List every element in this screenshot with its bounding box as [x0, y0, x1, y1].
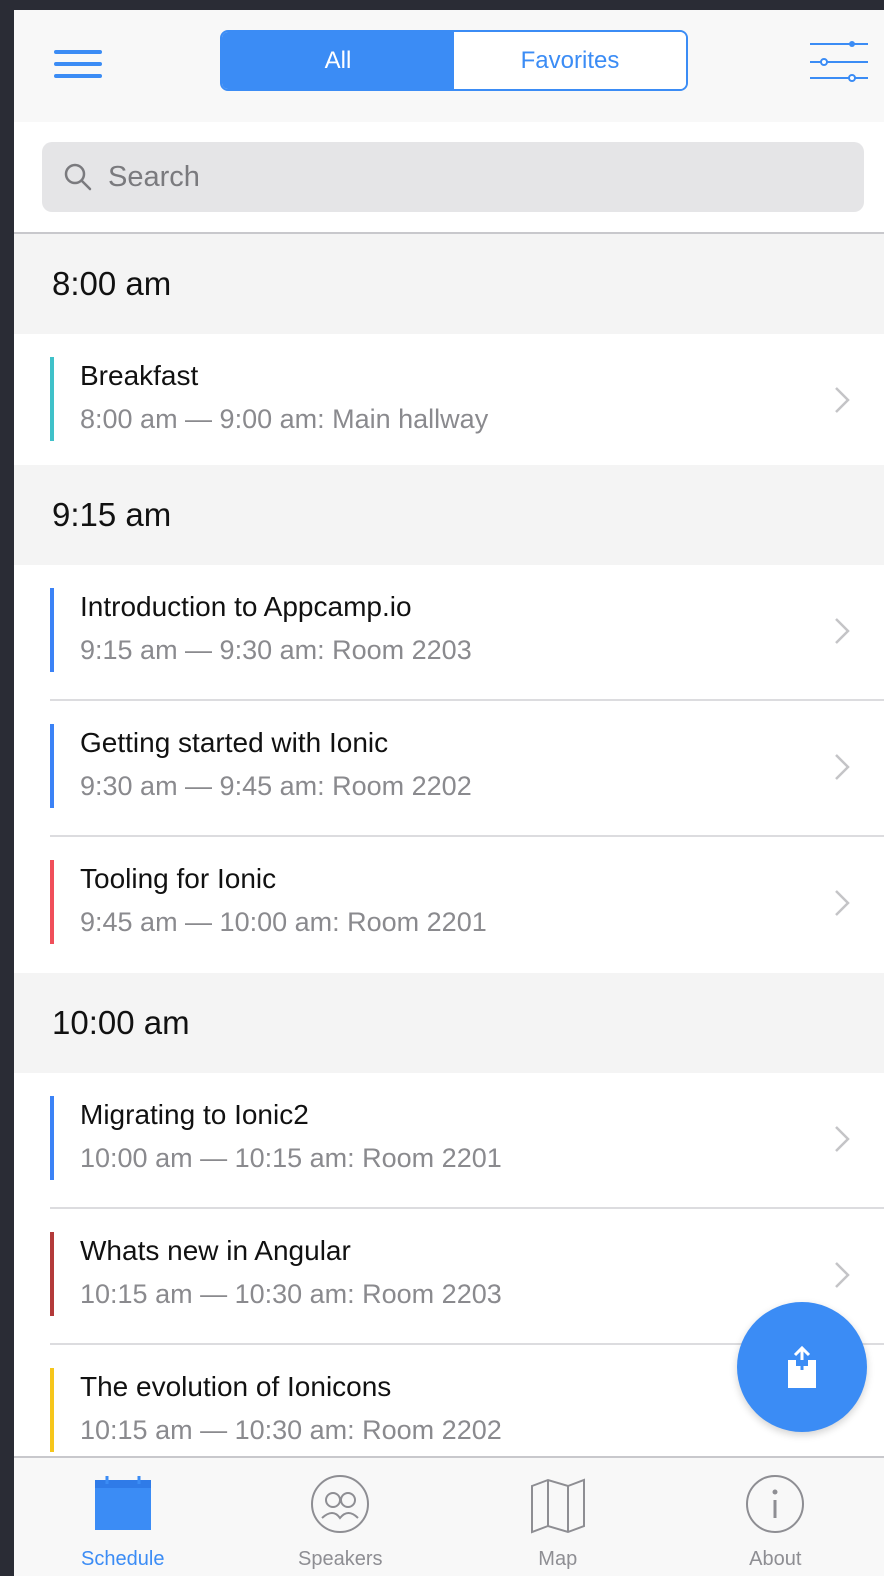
tab-map[interactable]: Map	[449, 1458, 667, 1576]
filter-button[interactable]	[804, 32, 874, 98]
menu-button[interactable]	[52, 46, 108, 86]
speakers-icon	[311, 1475, 370, 1533]
group-header: 9:15 am	[14, 465, 884, 565]
session-time-location: 9:30 am — 9:45 am: Room 2202	[80, 771, 472, 801]
session-title: Whats new in Angular	[80, 1235, 351, 1266]
chevron-right-icon	[835, 618, 850, 644]
session-item[interactable]: Tooling for Ionic 9:45 am — 10:00 am: Ro…	[14, 837, 884, 973]
calendar-icon	[94, 1476, 151, 1530]
share-fab-button[interactable]	[737, 1302, 867, 1432]
tab-bar: Schedule Speakers Map About	[14, 1456, 884, 1576]
share-icon	[788, 1345, 816, 1388]
session-title: The evolution of Ionicons	[80, 1371, 392, 1402]
header-toolbar: All Favorites	[14, 10, 884, 122]
tab-schedule[interactable]: Schedule	[14, 1458, 232, 1576]
track-color-bar	[50, 588, 54, 672]
session-time-location: 10:15 am — 10:30 am: Room 2203	[80, 1279, 502, 1309]
app-screen: All Favorites 8:00 am Breakfast	[14, 10, 884, 1576]
segment-control: All Favorites	[220, 30, 688, 91]
tab-speakers[interactable]: Speakers	[232, 1458, 450, 1576]
chevron-right-icon	[835, 1262, 850, 1288]
session-item[interactable]: Getting started with Ionic 9:30 am — 9:4…	[14, 701, 884, 837]
search-icon	[64, 163, 92, 191]
session-item[interactable]: Breakfast 8:00 am — 9:00 am: Main hallwa…	[14, 334, 884, 465]
chevron-right-icon	[835, 754, 850, 780]
tab-label: Map	[538, 1548, 578, 1570]
segment-favorites[interactable]: Favorites	[454, 32, 686, 89]
session-time-location: 10:00 am — 10:15 am: Room 2201	[80, 1143, 502, 1173]
info-icon	[746, 1475, 805, 1533]
track-color-bar	[50, 860, 54, 944]
tab-label: About	[749, 1548, 802, 1570]
session-title: Getting started with Ionic	[80, 727, 389, 758]
sliders-filter-icon	[810, 41, 868, 82]
group-header: 8:00 am	[14, 234, 884, 334]
session-time-location: 8:00 am — 9:00 am: Main hallway	[80, 404, 489, 434]
group-header: 10:00 am	[14, 973, 884, 1073]
track-color-bar	[50, 1232, 54, 1316]
track-color-bar	[50, 1096, 54, 1180]
search-input[interactable]	[108, 160, 808, 194]
session-time-location: 10:15 am — 10:30 am: Room 2202	[80, 1415, 502, 1445]
session-title: Migrating to Ionic2	[80, 1099, 309, 1130]
track-color-bar	[50, 1368, 54, 1452]
search-bar[interactable]	[42, 142, 864, 212]
session-item[interactable]: Introduction to Appcamp.io 9:15 am — 9:3…	[14, 565, 884, 701]
session-title: Breakfast	[80, 360, 199, 391]
schedule-list: 8:00 am Breakfast 8:00 am — 9:00 am: Mai…	[14, 234, 884, 1481]
tab-label: Speakers	[298, 1548, 383, 1570]
session-time-location: 9:45 am — 10:00 am: Room 2201	[80, 907, 487, 937]
session-item[interactable]: Migrating to Ionic2 10:00 am — 10:15 am:…	[14, 1073, 884, 1209]
segment-all[interactable]: All	[222, 32, 454, 89]
tab-about[interactable]: About	[667, 1458, 884, 1576]
map-icon	[530, 1478, 585, 1534]
track-color-bar	[50, 724, 54, 808]
hamburger-menu-icon	[54, 50, 102, 78]
track-color-bar	[50, 357, 54, 441]
chevron-right-icon	[835, 890, 850, 916]
tab-label: Schedule	[81, 1548, 165, 1570]
chevron-right-icon	[835, 387, 850, 413]
session-title: Tooling for Ionic	[80, 863, 277, 894]
session-title: Introduction to Appcamp.io	[80, 591, 412, 622]
session-time-location: 9:15 am — 9:30 am: Room 2203	[80, 635, 472, 665]
chevron-right-icon	[835, 1126, 850, 1152]
